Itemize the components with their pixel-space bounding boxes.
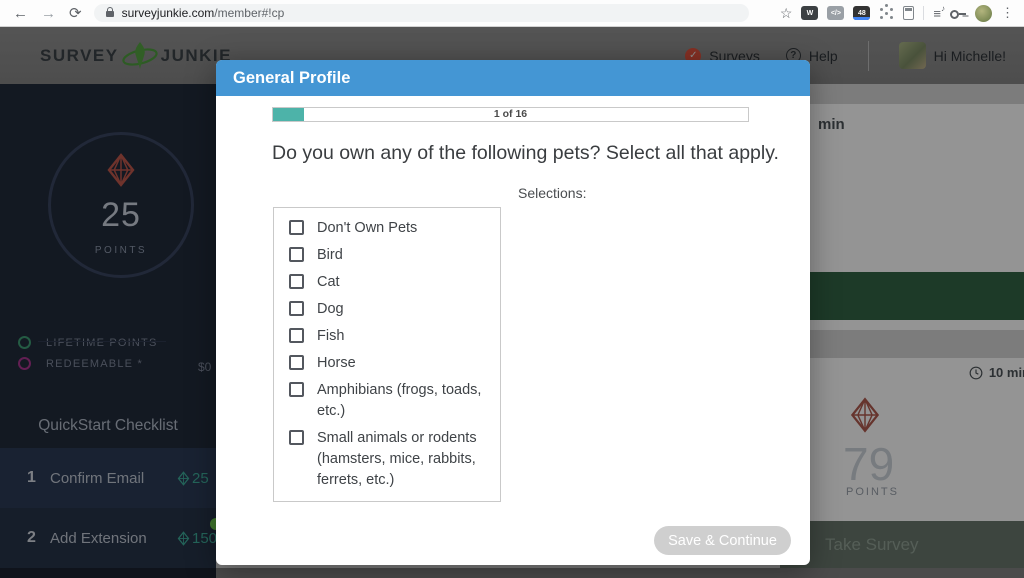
checkbox-option[interactable]: Small animals or rodents (hamsters, mice… xyxy=(274,425,500,494)
save-continue-button[interactable]: Save & Continue xyxy=(654,526,791,555)
back-icon[interactable]: ← xyxy=(13,6,28,21)
options-panel: Don't Own Pets Bird Cat Dog xyxy=(273,207,501,502)
reload-icon[interactable]: ⟳ xyxy=(69,6,82,21)
screen: ← → ⟳ surveyjunkie.com/member#!cp ☆ W </… xyxy=(0,0,1024,578)
checkbox[interactable] xyxy=(289,220,304,235)
checkbox-option[interactable]: Amphibians (frogs, toads, etc.) xyxy=(274,377,500,425)
url-text[interactable]: surveyjunkie.com/member#!cp xyxy=(122,6,285,20)
browser-profile-avatar[interactable] xyxy=(975,5,992,22)
extension-calculator-icon[interactable] xyxy=(903,6,914,20)
extension-dots-icon[interactable] xyxy=(885,12,888,15)
bookmark-star-icon[interactable]: ☆ xyxy=(780,5,793,22)
extension-code-icon[interactable]: </> xyxy=(827,6,844,20)
question-text: Do you own any of the following pets? Se… xyxy=(272,142,779,165)
checkbox[interactable] xyxy=(289,355,304,370)
checkbox-option[interactable]: Bird xyxy=(274,242,500,269)
progress-label: 1 of 16 xyxy=(273,108,748,121)
checkbox-option[interactable]: Fish xyxy=(274,323,500,350)
browser-menu-icon[interactable]: ⋮ xyxy=(1001,5,1014,21)
address-bar[interactable]: surveyjunkie.com/member#!cp xyxy=(94,4,749,22)
checkbox[interactable] xyxy=(289,274,304,289)
extension-badge-icon[interactable]: 48 xyxy=(853,6,870,20)
selections-label: Selections: xyxy=(518,185,586,201)
lock-icon xyxy=(106,11,114,17)
page-background: SURVEY JUNKIE ✓ Surveys ? Help xyxy=(0,27,1024,578)
checkbox-option[interactable]: Cat xyxy=(274,269,500,296)
checkbox[interactable] xyxy=(289,328,304,343)
extension-w-icon[interactable]: W xyxy=(801,6,818,20)
checkbox-option[interactable]: Horse xyxy=(274,350,500,377)
key-icon[interactable] xyxy=(950,9,966,18)
checkbox[interactable] xyxy=(289,430,304,445)
playlist-icon[interactable]: ≡ xyxy=(933,7,941,20)
toolbar-divider xyxy=(923,6,924,20)
browser-toolbar: ← → ⟳ surveyjunkie.com/member#!cp ☆ W </… xyxy=(0,0,1024,27)
modal-header: General Profile xyxy=(216,60,810,96)
modal-title: General Profile xyxy=(233,69,350,88)
forward-icon[interactable]: → xyxy=(41,6,56,21)
general-profile-modal: General Profile 1 of 16 Do you own any o… xyxy=(216,60,810,565)
checkbox-option[interactable]: Don't Own Pets xyxy=(274,215,500,242)
checkbox[interactable] xyxy=(289,301,304,316)
checkbox[interactable] xyxy=(289,247,304,262)
checkbox[interactable] xyxy=(289,382,304,397)
checkbox-option[interactable]: Dog xyxy=(274,296,500,323)
progress-bar: 1 of 16 xyxy=(272,107,749,122)
